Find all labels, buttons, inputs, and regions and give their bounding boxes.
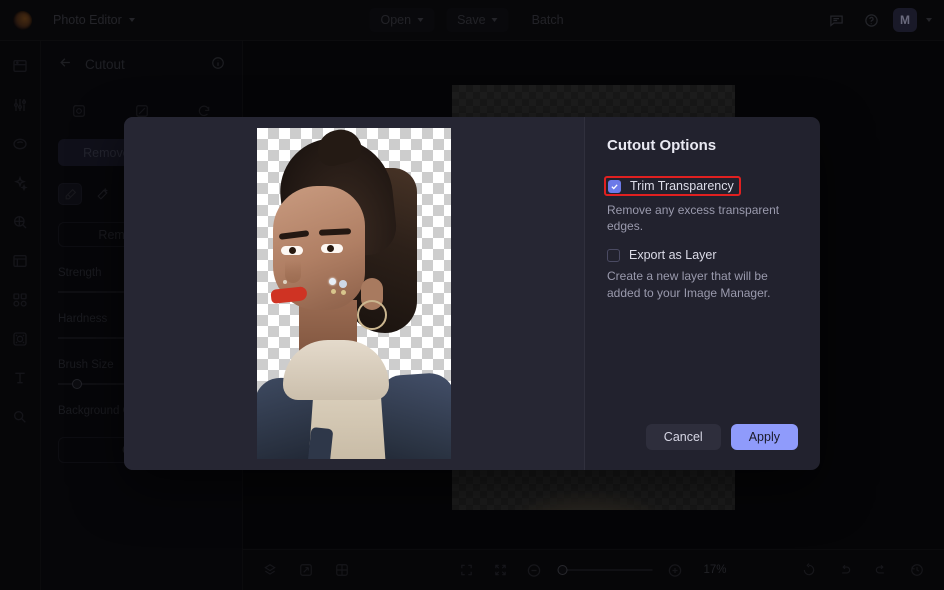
cancel-button[interactable]: Cancel — [645, 424, 721, 450]
photo-editor-app: Photo Editor Open Save Batch M Cutout Re… — [0, 0, 944, 590]
check-icon — [611, 183, 618, 190]
cutout-options-dialog: Cutout Options Trim Transparency Remove … — [124, 117, 820, 470]
trim-transparency-label: Trim Transparency — [630, 179, 734, 193]
export-as-layer-checkbox[interactable] — [607, 248, 620, 262]
trim-transparency-description: Remove any excess transparent edges. — [607, 203, 780, 234]
option-trim-transparency[interactable]: Trim Transparency — [604, 176, 798, 196]
cutout-preview-image — [257, 128, 451, 459]
highlight-outline: Trim Transparency — [604, 176, 741, 196]
preview-pane — [124, 117, 585, 470]
option-export-as-layer[interactable]: Export as Layer — [607, 248, 798, 262]
dialog-title: Cutout Options — [607, 137, 717, 154]
export-as-layer-label: Export as Layer — [629, 248, 717, 263]
dialog-actions: Cancel Apply — [645, 424, 798, 450]
trim-transparency-checkbox[interactable] — [608, 179, 621, 193]
options-pane: Cutout Options Trim Transparency Remove … — [585, 117, 820, 470]
export-as-layer-description: Create a new layer that will be added to… — [607, 269, 771, 300]
earring-hoop-icon — [357, 300, 387, 330]
preview-subject — [257, 128, 451, 459]
apply-button[interactable]: Apply — [730, 424, 798, 450]
